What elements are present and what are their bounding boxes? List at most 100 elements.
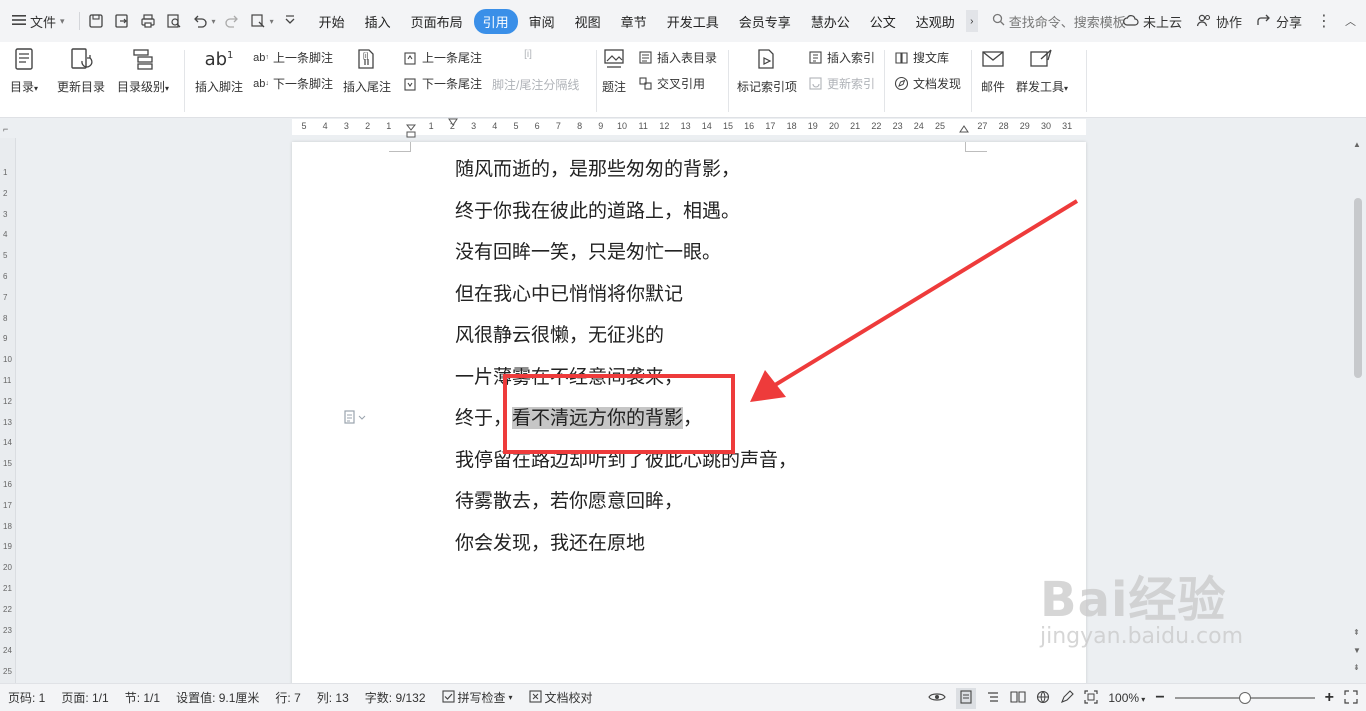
mark-index-button[interactable]: 标记索引项 — [737, 46, 797, 95]
tab-developer[interactable]: 开发工具 — [658, 9, 728, 34]
status-page-number[interactable]: 页码: 1 — [0, 689, 53, 706]
insert-index-button[interactable]: 插入索引 — [807, 49, 875, 66]
text-line-selected[interactable]: 终于，看不清远方你的背影， — [455, 403, 797, 445]
command-search[interactable]: 查找命令、搜索模板 — [992, 12, 1142, 31]
print-icon[interactable] — [138, 11, 158, 31]
ruler-number: 5 — [513, 121, 519, 131]
next-footnote-button[interactable]: ab ↓ 下一条脚注 — [253, 75, 333, 92]
scrollbar-thumb[interactable] — [1354, 198, 1362, 378]
insert-table-toc-button[interactable]: 插入表目录 — [637, 49, 717, 66]
customize-toolbar-icon[interactable] — [280, 11, 300, 31]
status-section[interactable]: 节: 1/1 — [117, 689, 168, 706]
tab-official-doc[interactable]: 公文 — [861, 9, 905, 34]
text-line[interactable]: 待雾散去，若你愿意回眸， — [455, 486, 797, 528]
update-toc-button[interactable]: 更新目录 — [57, 46, 105, 95]
page-view-icon[interactable] — [956, 687, 977, 709]
status-word-count[interactable]: 字数: 9/132 — [357, 689, 434, 706]
tab-chapter[interactable]: 章节 — [612, 9, 656, 34]
text-line[interactable]: 风很静云很懒，无征兆的 — [455, 320, 797, 362]
doc-proofread-button[interactable]: 文档校对 — [521, 689, 601, 706]
more-options-icon[interactable]: ⋮ — [1316, 11, 1332, 31]
eye-protection-icon[interactable] — [928, 690, 947, 707]
tab-references[interactable]: 引用 — [473, 8, 518, 34]
format-painter-icon[interactable] — [248, 11, 268, 31]
status-column[interactable]: 列: 13 — [309, 689, 357, 706]
prev-footnote-button[interactable]: ab ↑ 上一条脚注 — [253, 49, 333, 66]
status-row[interactable]: 行: 7 — [267, 689, 308, 706]
text-line[interactable]: 一片薄雾在不经意间袭来， — [455, 362, 797, 404]
zoom-out-icon[interactable]: − — [1155, 689, 1164, 707]
reading-view-icon[interactable] — [1010, 690, 1026, 707]
zoom-slider-knob[interactable] — [1238, 692, 1251, 704]
text-line[interactable]: 终于你我在彼此的道路上，相遇。 — [455, 196, 797, 238]
doc-discover-button[interactable]: 文档发现 — [893, 75, 961, 92]
outline-view-icon[interactable] — [986, 690, 1000, 707]
tab-start[interactable]: 开始 — [310, 9, 354, 34]
horizontal-ruler[interactable]: ⌐ 5 4 3 2 1 1 2 3 4 5 6 7 8 9 10 11 12 13 14 15 16 17 18 19 20 21… — [0, 118, 1366, 138]
svg-text:[i]: [i] — [363, 53, 369, 60]
mass-tool-button[interactable]: 群发工具▾ — [1016, 46, 1068, 95]
export-pdf-icon[interactable] — [112, 11, 132, 31]
text-line[interactable]: 但在我心中已悄悄将你默记 — [455, 279, 797, 321]
tab-review[interactable]: 审阅 — [520, 9, 564, 34]
watermark-url: jingyan.baidu.com — [1040, 624, 1244, 649]
toc-button[interactable]: 目录▾ — [10, 46, 38, 95]
caption-button[interactable]: 题注 — [601, 46, 627, 95]
zoom-in-icon[interactable]: + — [1325, 689, 1334, 707]
zoom-slider[interactable] — [1174, 692, 1315, 704]
fit-page-icon[interactable] — [1084, 689, 1098, 707]
prev-endnote-button[interactable]: 上一条尾注 — [402, 49, 482, 66]
next-page-icon[interactable]: ⇟ — [1353, 663, 1360, 672]
text-line[interactable]: 我停留在路边却听到了彼此心跳的声音， — [455, 445, 797, 487]
poem-text[interactable]: 随风而逝的，是那些匆匆的背影， 终于你我在彼此的道路上，相遇。 没有回眸一笑，只… — [455, 154, 797, 569]
zoom-level[interactable]: 100% ▾ — [1108, 691, 1145, 705]
file-menu-button[interactable]: 文件 ▾ — [0, 7, 73, 35]
print-preview-icon[interactable] — [164, 11, 184, 31]
save-icon[interactable] — [86, 11, 106, 31]
share-button[interactable]: 分享 — [1256, 12, 1302, 31]
first-line-indent-marker[interactable] — [448, 118, 458, 128]
chevron-right-icon[interactable]: › — [965, 10, 978, 32]
tab-view[interactable]: 视图 — [566, 9, 610, 34]
search-library-button[interactable]: 搜文库 — [893, 49, 949, 66]
cloud-status-button[interactable]: 未上云 — [1123, 12, 1182, 31]
mail-button[interactable]: 邮件 — [980, 46, 1006, 95]
text-line[interactable]: 你会发现，我还在原地 — [455, 528, 797, 570]
insert-endnote-button[interactable]: [i] 插入尾注 — [343, 46, 391, 95]
document-page[interactable]: 随风而逝的，是那些匆匆的背影， 终于你我在彼此的道路上，相遇。 没有回眸一笑，只… — [292, 142, 1086, 683]
tab-page-layout[interactable]: 页面布局 — [402, 9, 472, 34]
status-pages[interactable]: 页面: 1/1 — [53, 689, 116, 706]
paragraph-handle-icon[interactable] — [343, 410, 367, 427]
write-mode-icon[interactable] — [1060, 689, 1075, 707]
left-indent-marker[interactable] — [406, 124, 416, 138]
prev-page-icon[interactable]: ⇞ — [1353, 628, 1360, 637]
tab-smart-office[interactable]: 慧办公 — [802, 9, 859, 34]
spell-check-button[interactable]: 拼写检查 ▾ — [434, 689, 521, 706]
collapse-ribbon-icon[interactable]: ︿ — [1345, 13, 1356, 29]
next-endnote-button[interactable]: 下一条尾注 — [402, 75, 482, 92]
tab-daguan[interactable]: 达观助 — [907, 9, 964, 34]
text-line[interactable]: 没有回眸一笑，只是匆忙一眼。 — [455, 237, 797, 279]
note-separator-button[interactable]: 脚注/尾注分隔线 — [492, 76, 579, 93]
insert-footnote-button[interactable]: ab1 插入脚注 — [195, 46, 243, 95]
scroll-down-icon[interactable]: ▼ — [1353, 646, 1361, 655]
chevron-down-icon[interactable]: ▾ — [212, 17, 216, 26]
undo-icon[interactable] — [190, 11, 210, 31]
update-index-button[interactable]: 更新索引 — [807, 75, 875, 92]
redo-icon[interactable] — [222, 11, 242, 31]
update-toc-label: 更新目录 — [57, 80, 106, 94]
fullscreen-icon[interactable] — [1344, 689, 1358, 707]
tab-member[interactable]: 会员专享 — [730, 9, 800, 34]
right-indent-marker[interactable] — [959, 122, 969, 134]
selected-text[interactable]: 看不清远方你的背影 — [512, 407, 684, 429]
tab-insert[interactable]: 插入 — [356, 9, 400, 34]
web-view-icon[interactable] — [1036, 690, 1050, 707]
toc-level-button[interactable]: 目录级别▾ — [117, 46, 169, 95]
chevron-down-icon[interactable]: ▾ — [270, 17, 274, 26]
status-setting[interactable]: 设置值: 9.1厘米 — [168, 689, 267, 706]
text-line[interactable]: 随风而逝的，是那些匆匆的背影， — [455, 154, 797, 196]
collaborate-button[interactable]: 协作 — [1196, 12, 1242, 31]
cross-reference-button[interactable]: 交叉引用 — [637, 75, 705, 92]
scroll-up-icon[interactable]: ▲ — [1353, 140, 1361, 149]
vertical-scrollbar[interactable]: ▲ ▼ ⇞ ⇟ — [1350, 118, 1366, 683]
